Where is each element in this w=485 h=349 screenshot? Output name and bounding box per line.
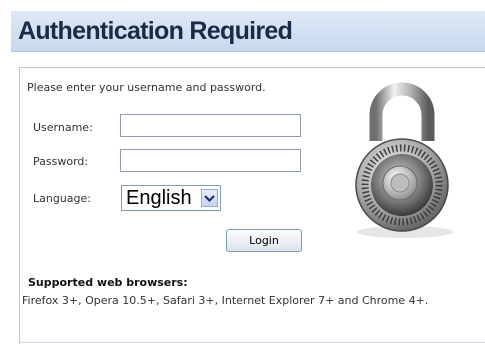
page-title: Authentication Required xyxy=(18,17,293,45)
username-label: Username: xyxy=(33,121,93,134)
panel-divider xyxy=(19,342,485,343)
page-header: Authentication Required xyxy=(11,11,485,52)
username-field[interactable] xyxy=(120,114,301,137)
password-field[interactable] xyxy=(120,149,301,172)
supported-browsers-heading: Supported web browsers: xyxy=(28,276,188,289)
password-label: Password: xyxy=(33,155,89,168)
login-instructions: Please enter your username and password. xyxy=(27,81,266,94)
language-selected-value: English xyxy=(126,187,192,209)
supported-browsers-list: Firefox 3+, Opera 10.5+, Safari 3+, Inte… xyxy=(22,294,429,307)
login-button[interactable]: Login xyxy=(226,229,302,252)
language-label: Language: xyxy=(33,192,91,205)
padlock-icon xyxy=(336,79,468,239)
chevron-down-icon[interactable] xyxy=(201,189,218,207)
language-select[interactable]: English xyxy=(121,185,221,211)
